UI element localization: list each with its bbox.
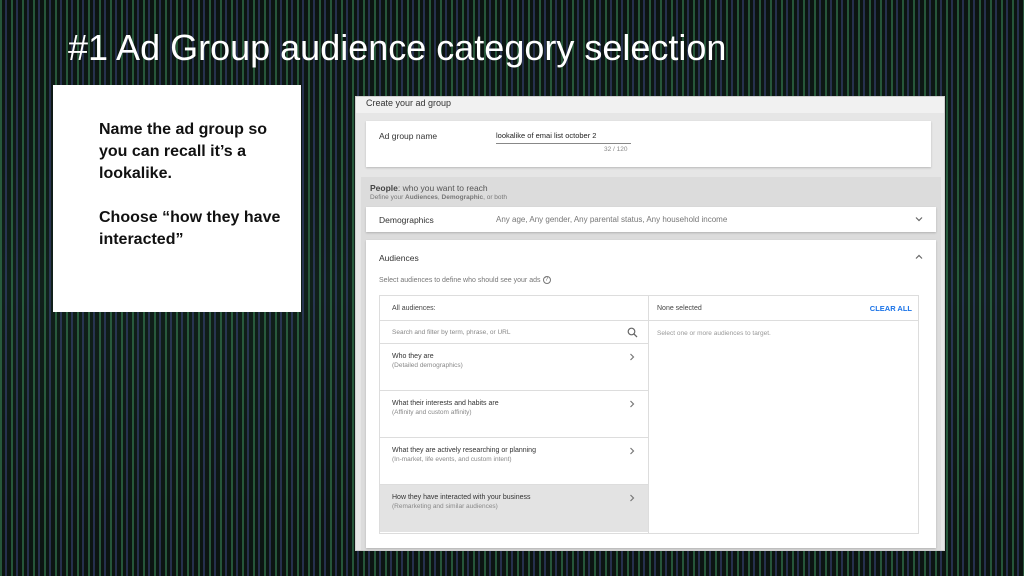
ad-group-name-input[interactable]: lookalike of emai list october 2 xyxy=(496,131,631,144)
ad-group-screenshot: Create your ad group Ad group name looka… xyxy=(355,96,945,551)
audiences-label: Audiences xyxy=(379,253,419,263)
people-subtitle-demographic: Demographic xyxy=(441,194,484,201)
people-subtitle-prefix: Define your xyxy=(370,194,406,201)
search-icon[interactable] xyxy=(627,325,638,343)
people-title-bold: People xyxy=(370,183,398,193)
category-researching-planning[interactable]: What they are actively researching or pl… xyxy=(380,438,648,485)
selected-audiences-column: None selected CLEAR ALL Select one or mo… xyxy=(649,296,918,533)
none-selected-label: None selected xyxy=(657,305,702,312)
chevron-right-icon xyxy=(628,399,636,412)
slide-title: #1 Ad Group audience category selection xyxy=(68,27,727,68)
people-title: People: who you want to reach xyxy=(370,183,488,193)
category-title: What their interests and habits are xyxy=(392,400,499,407)
create-ad-group-header: Create your ad group xyxy=(356,97,944,113)
category-title: Who they are xyxy=(392,353,434,360)
audiences-subtitle-text: Select audiences to define who should se… xyxy=(379,277,541,284)
divider xyxy=(649,320,918,321)
chevron-right-icon xyxy=(628,352,636,365)
audiences-card: Audiences Select audiences to define who… xyxy=(366,240,936,548)
people-subtitle: Define your Audiences, Demographic, or b… xyxy=(370,194,507,201)
people-section: People: who you want to reach Define you… xyxy=(361,177,941,550)
ad-group-name-card: Ad group name lookalike of emai list oct… xyxy=(366,121,931,167)
chevron-up-icon[interactable] xyxy=(914,252,924,264)
category-subtitle: (Remarketing and similar audiences) xyxy=(392,503,498,510)
people-title-rest: : who you want to reach xyxy=(397,183,488,193)
demographics-value: Any age, Any gender, Any parental status… xyxy=(496,215,728,224)
category-subtitle: (In-market, life events, and custom inte… xyxy=(392,456,512,463)
selection-hint: Select one or more audiences to target. xyxy=(657,330,771,337)
category-interests-habits[interactable]: What their interests and habits are (Aff… xyxy=(380,391,648,438)
category-subtitle: (Detailed demographics) xyxy=(392,362,463,369)
ad-group-name-label: Ad group name xyxy=(379,131,438,141)
category-title: What they are actively researching or pl… xyxy=(392,447,536,454)
demographics-label: Demographics xyxy=(379,215,434,225)
chevron-down-icon[interactable] xyxy=(914,214,924,226)
audience-search-input[interactable]: Search and filter by term, phrase, or UR… xyxy=(392,329,511,336)
note-paragraph-2: Choose “how they have interacted” xyxy=(99,209,281,248)
instruction-note: Name the ad group so you can recall it’s… xyxy=(53,85,301,312)
all-audiences-label: All audiences: xyxy=(392,305,436,312)
demographics-row[interactable]: Demographics Any age, Any gender, Any pa… xyxy=(366,207,936,232)
clear-all-button[interactable]: CLEAR ALL xyxy=(870,304,912,313)
people-subtitle-audiences: Audiences xyxy=(405,194,438,201)
audience-browse-column: All audiences: Search and filter by term… xyxy=(380,296,649,533)
help-icon[interactable]: ? xyxy=(542,276,551,284)
ad-group-name-counter: 32 / 120 xyxy=(604,146,628,153)
category-interacted-with-business[interactable]: How they have interacted with your busin… xyxy=(380,485,648,532)
category-subtitle: (Affinity and custom affinity) xyxy=(392,409,472,416)
chevron-right-icon xyxy=(628,446,636,459)
people-subtitle-suffix: , or both xyxy=(483,194,507,201)
chevron-right-icon xyxy=(628,493,636,506)
note-paragraph-1: Name the ad group so you can recall it’s… xyxy=(99,121,268,182)
divider xyxy=(380,320,648,321)
category-title: How they have interacted with your busin… xyxy=(392,494,531,501)
category-who-they-are[interactable]: Who they are (Detailed demographics) xyxy=(380,344,648,391)
audiences-subtitle: Select audiences to define who should se… xyxy=(379,276,551,284)
audience-picker: All audiences: Search and filter by term… xyxy=(379,295,919,534)
